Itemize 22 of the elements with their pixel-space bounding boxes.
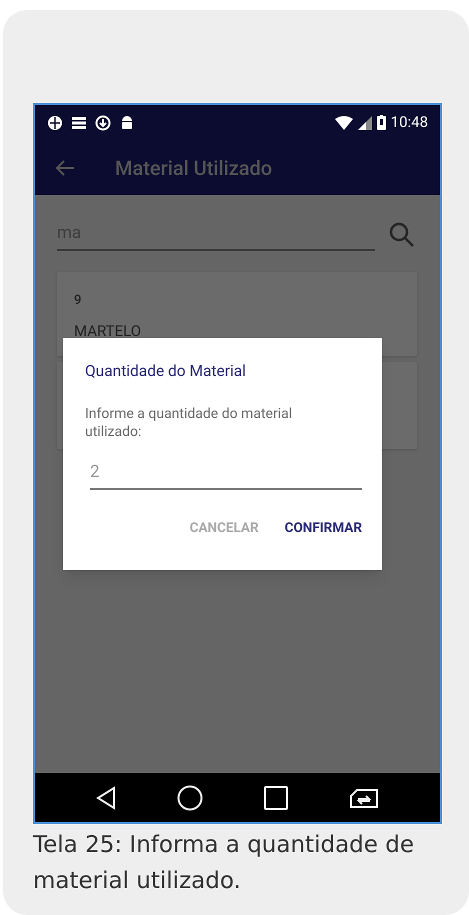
quantity-field[interactable]: 2 <box>90 458 362 490</box>
status-time: 10:48 <box>390 112 428 134</box>
screen-rotate-icon[interactable] <box>349 786 380 808</box>
back-button[interactable] <box>55 160 75 176</box>
home-circle-icon[interactable] <box>176 784 203 810</box>
signal-icon <box>358 116 372 130</box>
figure-caption: Tela 25: Informa a quantidade de material utilizado. <box>33 831 415 896</box>
dialog-title: Quantidade do Material <box>85 361 247 382</box>
confirm-button[interactable]: CONFIRMAR <box>284 518 362 538</box>
back-arrow-icon <box>55 160 75 176</box>
app-bar-title: Material Utilizado <box>115 154 272 182</box>
download-icon <box>95 114 111 130</box>
list-icon <box>72 116 86 130</box>
material-name: MARTELO <box>74 320 142 342</box>
search-icon[interactable] <box>389 222 415 248</box>
wifi-icon <box>334 116 353 130</box>
cancel-button[interactable]: CANCELAR <box>190 518 259 538</box>
recents-square-icon[interactable] <box>264 786 288 810</box>
back-triangle-icon[interactable] <box>96 786 116 810</box>
battery-icon <box>376 115 386 130</box>
dialog-message: Informe a quantidade do material utilizado: <box>85 405 294 442</box>
material-code: 9 <box>74 292 82 310</box>
